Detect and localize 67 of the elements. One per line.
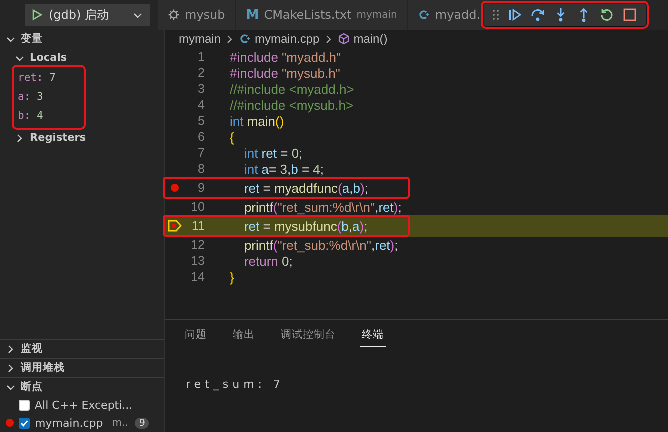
panel-tab[interactable]: 输出 bbox=[231, 326, 257, 347]
line-number: 8 bbox=[197, 162, 205, 176]
code-line: int a= 3,b = 4; bbox=[243, 162, 324, 176]
terminal-output: ret_sum: 7 bbox=[186, 378, 284, 391]
code-line: //#include <myadd.h> bbox=[229, 82, 354, 96]
editor-tab[interactable]: M CMakeLists.txt mymain bbox=[236, 0, 408, 30]
line-number: 11 bbox=[191, 219, 205, 233]
code-line: ret = myaddfunc(a,b); bbox=[243, 180, 368, 196]
line-number: 7 bbox=[197, 146, 205, 160]
cube-icon bbox=[338, 33, 350, 45]
breadcrumb-item[interactable]: main() bbox=[338, 32, 388, 46]
checkbox[interactable] bbox=[19, 418, 30, 428]
variable-item[interactable]: a: 3 bbox=[18, 88, 56, 107]
line-number: 10 bbox=[190, 200, 205, 214]
section-header[interactable]: 变量 bbox=[0, 30, 164, 48]
line-number: 3 bbox=[197, 82, 205, 96]
panel-tab[interactable]: 调试控制台 bbox=[279, 326, 338, 347]
code-line: int main() bbox=[229, 114, 284, 128]
variable-item[interactable]: ret: 7 bbox=[18, 69, 56, 88]
code-line: #include "mysub.h" bbox=[229, 66, 340, 80]
cpp-file-icon bbox=[239, 33, 252, 45]
gear-icon bbox=[168, 9, 180, 21]
line-number: 6 bbox=[197, 130, 205, 144]
line-number: 1 bbox=[197, 50, 205, 64]
restart-button[interactable] bbox=[599, 7, 615, 23]
code-line: } bbox=[229, 270, 234, 284]
cpp-file-icon bbox=[418, 9, 430, 21]
tree-item[interactable]: Locals bbox=[0, 48, 164, 67]
code-line: ret = mysubfunc(b,a); bbox=[243, 218, 368, 234]
code-line: return 0; bbox=[243, 254, 293, 268]
code-line: #include "myadd.h" bbox=[229, 50, 342, 64]
section-header[interactable]: 监视 bbox=[0, 340, 164, 358]
breadcrumb-item[interactable]: mymain bbox=[179, 32, 222, 46]
chevron-right-icon bbox=[226, 33, 234, 45]
cmake-file-icon: M bbox=[246, 8, 260, 22]
editor-tab[interactable]: mysub bbox=[158, 0, 236, 30]
chevron-right-icon bbox=[324, 33, 333, 45]
code-line: //#include <mysub.h> bbox=[229, 98, 354, 112]
line-number: 13 bbox=[190, 254, 205, 268]
debug-config-dropdown[interactable]: (gdb) 启动 bbox=[25, 4, 150, 26]
continue-button[interactable] bbox=[507, 7, 523, 23]
panel-tab[interactable]: 问题 bbox=[183, 326, 209, 347]
line-number: 4 bbox=[197, 98, 205, 112]
code-line: int ret = 0; bbox=[243, 146, 303, 160]
line-number: 9 bbox=[197, 181, 205, 195]
code-line: printf("ret_sub:%d\r\n",ret); bbox=[243, 238, 398, 252]
editor-tab[interactable]: myadd. bbox=[408, 0, 492, 30]
stop-button[interactable] bbox=[622, 7, 638, 23]
code-line: printf("ret_sum:%d\r\n",ret); bbox=[243, 200, 402, 214]
line-number: 12 bbox=[190, 238, 205, 252]
breadcrumb-item[interactable]: mymain.cpp bbox=[239, 32, 320, 46]
tree-item[interactable]: Registers bbox=[0, 128, 164, 147]
section-header[interactable]: 调用堆栈 bbox=[0, 359, 164, 377]
breakpoint-path: m.. bbox=[112, 418, 128, 428]
code-line: { bbox=[229, 130, 234, 144]
line-number: 14 bbox=[190, 270, 205, 284]
breakpoint-label: mymain.cpp bbox=[35, 416, 104, 430]
drag-handle[interactable] bbox=[492, 8, 500, 22]
breakpoint-label: All C++ Excepti... bbox=[35, 398, 133, 412]
line-badge: 9 bbox=[135, 418, 150, 428]
variable-item[interactable]: b: 4 bbox=[18, 107, 56, 126]
panel-tab[interactable]: 终端 bbox=[360, 326, 386, 347]
line-number: 2 bbox=[197, 66, 205, 80]
play-icon bbox=[31, 9, 43, 21]
section-header[interactable]: 断点 bbox=[0, 378, 164, 396]
step-over-button[interactable] bbox=[530, 7, 546, 23]
line-number: 5 bbox=[197, 114, 205, 128]
